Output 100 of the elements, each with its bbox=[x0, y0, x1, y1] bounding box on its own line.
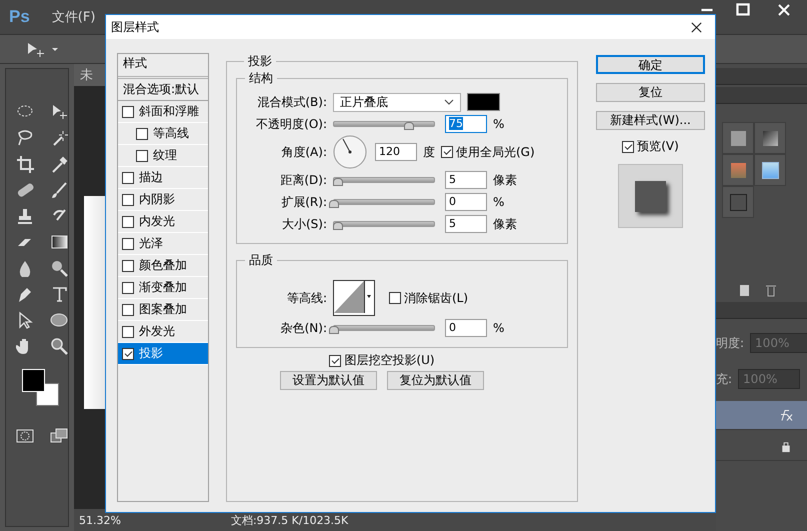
blend-mode-dropdown[interactable]: 正片叠底 bbox=[333, 92, 461, 112]
preview-checkbox[interactable]: 预览(V) bbox=[622, 138, 679, 155]
shadow-color-swatch[interactable] bbox=[467, 93, 500, 111]
slider-thumb[interactable] bbox=[329, 200, 339, 208]
field-label: 不透明度(O): bbox=[255, 116, 327, 132]
checkbox[interactable] bbox=[122, 216, 134, 228]
trash-icon[interactable] bbox=[764, 283, 778, 297]
checkbox[interactable] bbox=[122, 172, 134, 184]
checkbox[interactable] bbox=[122, 282, 134, 294]
effects-icon bbox=[779, 408, 793, 422]
value-field[interactable]: 0 bbox=[445, 319, 487, 337]
style-swatch[interactable] bbox=[722, 186, 754, 218]
group-title: 结构 bbox=[248, 70, 274, 87]
knockout-checkbox[interactable]: 图层挖空投影(U) bbox=[329, 352, 435, 369]
close-icon[interactable] bbox=[690, 20, 703, 34]
anti-alias-checkbox[interactable]: 消除锯齿(L) bbox=[389, 290, 468, 306]
value-field[interactable]: 0 bbox=[445, 193, 487, 211]
global-light-checkbox[interactable]: 使用全局光(G) bbox=[441, 144, 535, 160]
field-label: 扩展(R): bbox=[280, 194, 327, 210]
style-item[interactable]: 内阴影 bbox=[118, 189, 208, 211]
dialog-button[interactable]: 复位 bbox=[596, 83, 705, 102]
dialog-title: 图层样式 bbox=[111, 18, 159, 36]
layer-row[interactable] bbox=[716, 401, 807, 430]
field-label: 混合模式(B): bbox=[256, 94, 327, 110]
zoom-icon[interactable] bbox=[50, 337, 68, 355]
value-field[interactable]: 5 bbox=[445, 215, 487, 233]
checkbox[interactable] bbox=[136, 128, 148, 140]
dialog-button[interactable]: 新建样式(W)... bbox=[596, 111, 705, 130]
dialog-button[interactable]: 确定 bbox=[596, 55, 705, 74]
style-item[interactable]: 斜面和浮雕 bbox=[118, 101, 208, 123]
quick-mask-icon[interactable] bbox=[16, 427, 34, 445]
field-label: 角度(A): bbox=[280, 144, 327, 160]
contour-picker[interactable] bbox=[333, 280, 375, 316]
styles-header[interactable]: 样式 bbox=[118, 54, 208, 79]
menu-item[interactable]: 文件(F) bbox=[52, 8, 96, 26]
slider-thumb[interactable] bbox=[333, 222, 343, 230]
screen-mode-icon[interactable] bbox=[50, 427, 68, 445]
checkbox[interactable] bbox=[122, 194, 134, 206]
style-item[interactable]: 内发光 bbox=[118, 211, 208, 233]
blending-options-item[interactable]: 混合选项:默认 bbox=[118, 79, 208, 101]
slider-thumb[interactable] bbox=[329, 326, 339, 334]
move-icon[interactable] bbox=[50, 103, 68, 121]
group-title: 品质 bbox=[248, 252, 274, 269]
unit-label: 像素 bbox=[493, 216, 517, 232]
layer-fill-label: 充: bbox=[716, 370, 732, 388]
style-item[interactable]: 颜色叠加 bbox=[118, 255, 208, 277]
app-logo: Ps bbox=[9, 7, 30, 27]
checkbox[interactable] bbox=[122, 260, 134, 272]
field-label: 等高线: bbox=[286, 290, 327, 306]
contour-curve-icon bbox=[334, 281, 364, 313]
value-field[interactable]: 5 bbox=[445, 171, 487, 189]
checkbox[interactable] bbox=[122, 238, 134, 250]
unit-label: % bbox=[493, 321, 504, 335]
stamp-icon[interactable] bbox=[16, 207, 34, 225]
caret-icon[interactable] bbox=[364, 281, 373, 313]
field-label: 大小(S): bbox=[280, 216, 327, 232]
style-item[interactable]: 渐变叠加 bbox=[118, 277, 208, 299]
brush-icon[interactable] bbox=[50, 181, 68, 199]
field-label: 距离(D): bbox=[279, 172, 327, 188]
checkbox[interactable] bbox=[122, 106, 134, 118]
ellipse-icon[interactable] bbox=[50, 311, 68, 329]
color-swatches-drawing[interactable] bbox=[22, 369, 62, 409]
group-title: 投影 bbox=[247, 53, 273, 70]
unit-label: 度 bbox=[423, 144, 435, 160]
slider-thumb[interactable] bbox=[404, 122, 414, 130]
opacity-field[interactable]: 75 bbox=[445, 115, 487, 133]
style-item[interactable]: 光泽 bbox=[118, 233, 208, 255]
checkbox[interactable] bbox=[136, 150, 148, 162]
text-icon[interactable] bbox=[50, 285, 68, 303]
field-label: 杂色(N): bbox=[280, 320, 327, 336]
checkbox[interactable] bbox=[122, 326, 134, 338]
default-button[interactable]: 复位为默认值 bbox=[387, 371, 484, 390]
magnifier-icon[interactable] bbox=[50, 259, 68, 277]
slider-thumb[interactable] bbox=[333, 178, 343, 186]
angle-field[interactable]: 120 bbox=[375, 143, 417, 161]
unit-label: % bbox=[493, 117, 504, 131]
unit-label: 像素 bbox=[493, 172, 517, 188]
unit-label: % bbox=[493, 195, 504, 209]
gradient-icon[interactable] bbox=[50, 233, 68, 251]
style-swatch[interactable] bbox=[722, 122, 754, 154]
style-swatch[interactable] bbox=[754, 154, 786, 186]
document-size: 文档:937.5 K/1023.5K bbox=[230, 512, 348, 528]
style-preview bbox=[618, 164, 683, 228]
chevron-down-icon bbox=[444, 99, 454, 105]
default-button[interactable]: 设置为默认值 bbox=[280, 371, 377, 390]
style-item[interactable]: 图案叠加 bbox=[118, 299, 208, 321]
checkbox[interactable] bbox=[122, 348, 134, 360]
zoom-level: 51.32% bbox=[79, 514, 121, 526]
style-item[interactable]: 纹理 bbox=[118, 145, 208, 167]
style-item[interactable]: 描边 bbox=[118, 167, 208, 189]
style-swatch[interactable] bbox=[754, 122, 786, 154]
style-swatch[interactable] bbox=[722, 154, 754, 186]
style-item[interactable]: 投影 bbox=[118, 343, 208, 365]
eyedropper-icon[interactable] bbox=[50, 155, 68, 173]
style-item[interactable]: 等高线 bbox=[118, 123, 208, 145]
crop-icon[interactable] bbox=[16, 155, 34, 173]
pen-icon[interactable] bbox=[16, 285, 34, 303]
checkbox[interactable] bbox=[122, 304, 134, 316]
angle-dial[interactable] bbox=[333, 135, 367, 169]
lasso-icon[interactable] bbox=[16, 129, 34, 147]
